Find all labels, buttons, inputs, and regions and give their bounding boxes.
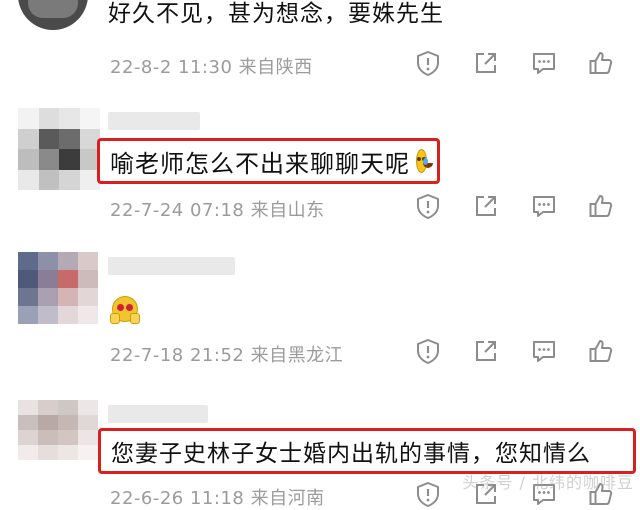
report-icon[interactable] <box>415 338 441 364</box>
like-icon[interactable] <box>588 193 614 219</box>
comment-time: 22-7-18 21:52 <box>110 345 245 366</box>
report-icon[interactable] <box>415 193 441 219</box>
highlight-box: 您妻子史林子女士婚内出轨的事情，您知情么 <box>98 428 636 474</box>
comment-text: 您妻子史林子女士婚内出轨的事情，您知情么 <box>111 441 591 467</box>
avatar[interactable] <box>18 400 98 460</box>
comment-meta: 22-6-26 11:18 来自河南 <box>110 484 325 510</box>
avatar[interactable] <box>18 108 100 190</box>
comment-meta: 22-8-2 11:30 来自陕西 <box>110 53 313 79</box>
highlight-box: 喻老师怎么不出来聊聊天呢 <box>97 138 440 184</box>
comment-icon[interactable] <box>531 338 557 364</box>
username-blurred[interactable] <box>108 112 200 130</box>
comment-time: 22-7-24 07:18 <box>110 200 245 221</box>
comment-location: 来自陕西 <box>238 57 313 78</box>
comment-icon[interactable] <box>531 50 557 76</box>
report-icon[interactable] <box>415 50 441 76</box>
avatar[interactable] <box>18 0 88 30</box>
comment-location: 来自河南 <box>250 488 325 509</box>
share-icon[interactable] <box>473 193 499 219</box>
comment-icon[interactable] <box>531 193 557 219</box>
like-icon[interactable] <box>588 50 614 76</box>
comment-time: 22-8-2 11:30 <box>110 57 233 78</box>
comment-text: 喻老师怎么不出来聊聊天呢 <box>110 149 410 178</box>
comment-text: 好久不见，甚为想念，要姝先生 <box>108 1 444 27</box>
comment-time: 22-6-26 11:18 <box>110 488 245 509</box>
heart-eyes-emoji-icon <box>110 296 140 324</box>
watermark: 头条号 / 北纬的咖啡豆 <box>462 473 634 492</box>
comment-meta: 22-7-18 21:52 来自黑龙江 <box>110 341 343 367</box>
comment-location: 来自山东 <box>250 200 325 221</box>
comment-meta: 22-7-24 07:18 来自山东 <box>110 196 325 222</box>
username-blurred[interactable] <box>108 405 208 423</box>
crying-emoji-icon <box>416 149 433 173</box>
share-icon[interactable] <box>473 50 499 76</box>
share-icon[interactable] <box>473 338 499 364</box>
username-blurred[interactable] <box>108 257 235 275</box>
comment-location: 来自黑龙江 <box>250 345 344 366</box>
like-icon[interactable] <box>588 338 614 364</box>
report-icon[interactable] <box>415 481 441 507</box>
avatar[interactable] <box>18 252 98 324</box>
